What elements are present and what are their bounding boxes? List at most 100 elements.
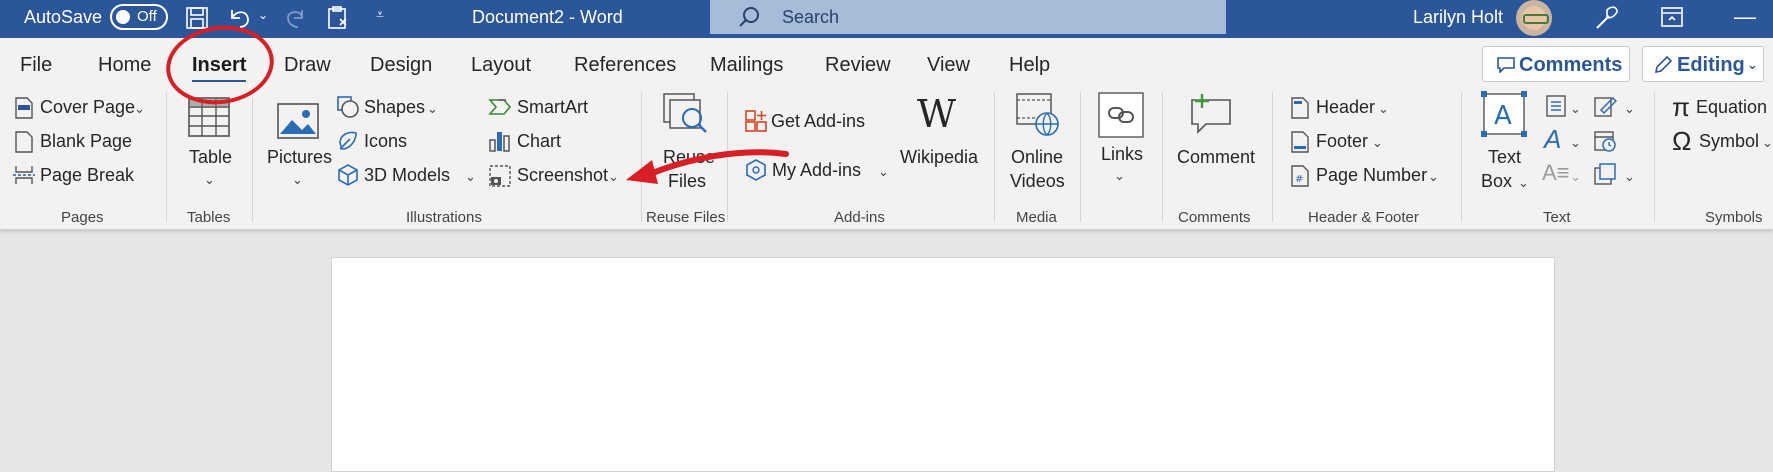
user-avatar[interactable]	[1516, 0, 1552, 36]
links-button[interactable]: Links	[1101, 144, 1143, 165]
cover-page-icon	[15, 97, 33, 119]
tab-references[interactable]: References	[574, 54, 676, 77]
autosave-label: AutoSave	[24, 7, 103, 27]
page-break-button[interactable]: Page Break	[40, 165, 134, 186]
page-break-icon	[13, 166, 35, 184]
wordart-icon[interactable]: A	[1544, 124, 1561, 155]
editing-mode-button[interactable]: Editing ⌄	[1642, 46, 1764, 82]
tab-layout[interactable]: Layout	[471, 54, 531, 77]
group-divider	[1654, 92, 1655, 222]
drop-cap-icon[interactable]: A≡	[1542, 160, 1570, 186]
document-title: Document2 - Word	[472, 7, 623, 27]
get-addins-icon	[745, 110, 767, 132]
redo-icon[interactable]	[282, 6, 308, 30]
editing-label: Editing	[1677, 54, 1745, 76]
symbol-omega-icon: Ω	[1672, 126, 1692, 156]
footer-icon	[1291, 131, 1309, 153]
group-label-comments: Comments	[1178, 209, 1251, 226]
links-chevron-icon[interactable]: ⌄	[1114, 168, 1125, 184]
group-divider	[1461, 92, 1462, 222]
group-divider	[994, 92, 995, 222]
tab-help[interactable]: Help	[1009, 54, 1050, 77]
user-name[interactable]: Larilyn Holt	[1413, 7, 1503, 28]
svg-text:#: #	[1295, 174, 1303, 185]
signature-line-chevron-icon[interactable]: ⌄	[1624, 101, 1635, 117]
tab-file[interactable]: File	[20, 54, 52, 77]
screenshot-chevron-icon[interactable]: ⌄	[608, 169, 619, 185]
undo-dropdown-chevron-icon[interactable]: ⌄	[258, 8, 268, 22]
screenshot-button[interactable]: Screenshot	[517, 165, 608, 186]
group-label-addins: Add-ins	[834, 209, 885, 226]
ribbon-display-options-icon[interactable]	[1660, 6, 1684, 28]
header-icon	[1291, 97, 1309, 119]
designer-wand-icon[interactable]	[1593, 4, 1621, 32]
blank-page-button[interactable]: Blank Page	[40, 131, 132, 152]
drop-cap-chevron-icon[interactable]: ⌄	[1570, 169, 1581, 185]
text-box-button-line1[interactable]: Text	[1488, 147, 1521, 168]
symbol-button[interactable]: Symbol	[1699, 131, 1759, 152]
footer-button[interactable]: Footer	[1316, 131, 1368, 152]
table-button[interactable]: Table	[189, 147, 232, 168]
shapes-button[interactable]: Shapes	[364, 97, 425, 118]
save-icon[interactable]	[185, 6, 209, 30]
group-divider	[1272, 92, 1273, 222]
wikipedia-button[interactable]: Wikipedia	[900, 147, 978, 168]
text-box-chevron-icon[interactable]: ⌄	[1518, 175, 1529, 191]
new-comment-icon	[1191, 94, 1231, 134]
object-icon	[1594, 163, 1616, 185]
comment-bubble-icon	[1497, 57, 1515, 73]
table-chevron-icon[interactable]: ⌄	[204, 172, 215, 188]
customize-toolbar-icon[interactable]: ⩡	[376, 6, 384, 23]
object-chevron-icon[interactable]: ⌄	[1624, 169, 1635, 185]
document-page[interactable]	[331, 257, 1555, 472]
wordart-chevron-icon[interactable]: ⌄	[1570, 135, 1581, 151]
screenshot-icon	[489, 165, 511, 187]
cover-page-chevron-icon[interactable]: ⌄	[134, 101, 145, 117]
tab-view[interactable]: View	[927, 54, 970, 77]
smartart-button[interactable]: SmartArt	[517, 97, 588, 118]
group-label-media: Media	[1016, 209, 1057, 226]
my-addins-chevron-icon[interactable]: ⌄	[878, 164, 889, 180]
tab-design[interactable]: Design	[370, 54, 432, 77]
page-number-button[interactable]: Page Number	[1316, 165, 1427, 186]
group-label-header-footer: Header & Footer	[1308, 209, 1419, 226]
online-videos-button-line2[interactable]: Videos	[1010, 171, 1065, 192]
footer-chevron-icon[interactable]: ⌄	[1372, 135, 1383, 151]
tab-draw[interactable]: Draw	[284, 54, 331, 77]
equation-button[interactable]: Equation	[1696, 97, 1767, 118]
header-chevron-icon[interactable]: ⌄	[1378, 101, 1389, 117]
get-addins-button[interactable]: Get Add-ins	[771, 111, 865, 132]
tab-mailings[interactable]: Mailings	[710, 54, 783, 77]
online-videos-button-line1[interactable]: Online	[1011, 147, 1063, 168]
cover-page-button[interactable]: Cover Page	[40, 97, 135, 118]
comment-button[interactable]: Comment	[1177, 147, 1255, 168]
group-label-text: Text	[1543, 209, 1571, 226]
pictures-button[interactable]: Pictures	[267, 147, 332, 168]
blank-page-icon	[15, 131, 33, 153]
group-label-pages: Pages	[61, 209, 104, 226]
minimize-icon[interactable]: —	[1734, 4, 1756, 30]
group-label-tables: Tables	[187, 209, 231, 226]
search-box[interactable]: Search	[710, 0, 1226, 34]
icons-button[interactable]: Icons	[364, 131, 407, 152]
quick-parts-chevron-icon[interactable]: ⌄	[1570, 101, 1581, 117]
chart-button[interactable]: Chart	[517, 131, 561, 152]
tab-review[interactable]: Review	[825, 54, 891, 77]
online-videos-icon	[1016, 93, 1059, 136]
page-number-chevron-icon[interactable]: ⌄	[1428, 169, 1439, 185]
date-time-icon	[1594, 131, 1616, 152]
3d-models-button[interactable]: 3D Models	[364, 165, 450, 186]
pictures-chevron-icon[interactable]: ⌄	[292, 172, 303, 188]
touch-mode-icon[interactable]	[326, 5, 352, 31]
page-number-icon: #	[1291, 165, 1309, 187]
autosave-toggle[interactable]: Off	[110, 4, 168, 30]
comments-button[interactable]: Comments	[1482, 46, 1630, 82]
text-box-button-line2[interactable]: Box	[1481, 171, 1512, 192]
svg-text:A: A	[1494, 101, 1512, 131]
tab-home[interactable]: Home	[98, 54, 151, 77]
search-icon	[739, 7, 759, 27]
3d-models-chevron-icon[interactable]: ⌄	[465, 169, 476, 185]
symbol-chevron-icon[interactable]: ⌄	[1762, 135, 1773, 151]
header-button[interactable]: Header	[1316, 97, 1375, 118]
shapes-chevron-icon[interactable]: ⌄	[427, 101, 438, 117]
